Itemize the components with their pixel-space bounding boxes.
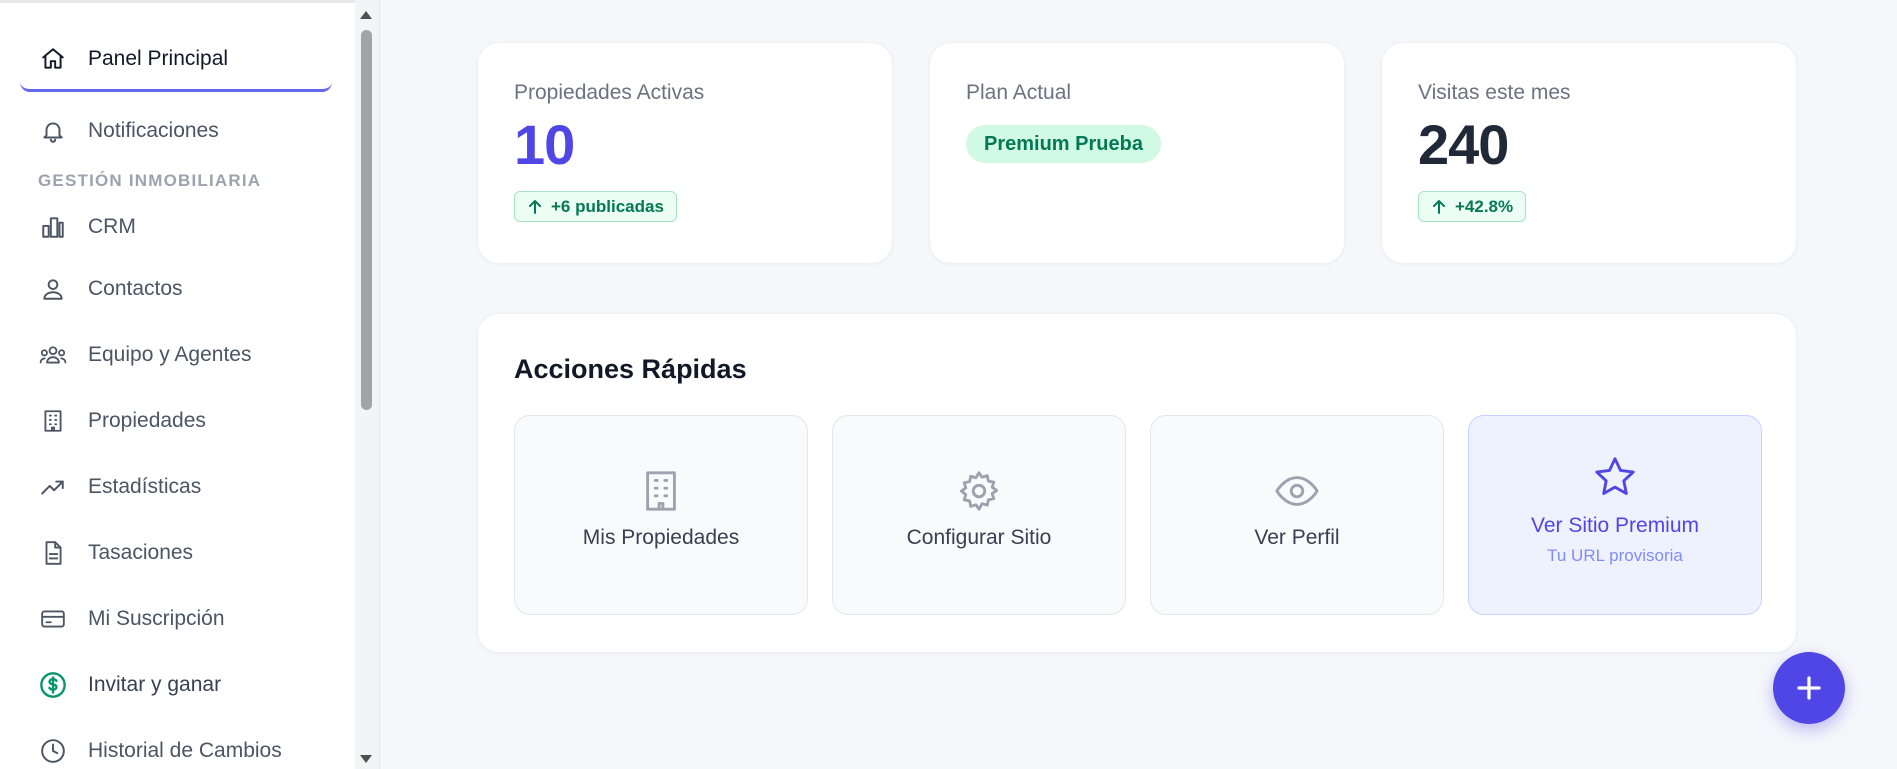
users-icon — [38, 340, 68, 370]
arrow-up-icon — [527, 199, 543, 215]
trend-badge: +6 publicadas — [514, 191, 677, 222]
sidebar-scrollbar-thumb[interactable] — [361, 30, 372, 410]
trend-badge: +42.8% — [1418, 191, 1527, 222]
building-chart-icon — [38, 212, 68, 242]
stat-value: 240 — [1418, 113, 1509, 176]
stat-card-plan-actual: Plan Actual Premium Prueba — [929, 42, 1345, 264]
sidebar-item-label: Estadísticas — [88, 475, 202, 498]
credit-card-icon — [38, 604, 68, 634]
sidebar-top-divider — [0, 0, 360, 3]
sidebar-nav: Panel Principal Notificaciones GESTIÓN I… — [20, 28, 332, 769]
home-icon — [38, 44, 68, 74]
quick-actions-title: Acciones Rápidas — [514, 354, 747, 384]
action-sublabel: Tu URL provisoria — [1547, 546, 1683, 565]
add-fab-button[interactable] — [1773, 652, 1845, 724]
clock-icon — [38, 736, 68, 766]
action-label: Configurar Sitio — [906, 526, 1052, 549]
sidebar-item-crm[interactable]: CRM — [20, 198, 332, 256]
action-label: Mis Propiedades — [582, 526, 740, 549]
plan-badge: Premium Prueba — [966, 125, 1161, 163]
sidebar-item-label: Historial de Cambios — [88, 739, 282, 762]
sidebar-item-mi-suscripcion[interactable]: Mi Suscripción — [20, 586, 332, 652]
sidebar-item-label: Contactos — [88, 277, 183, 300]
scroll-up-arrow-icon[interactable] — [358, 8, 374, 22]
stat-value: 10 — [514, 113, 575, 176]
sidebar-item-panel-principal[interactable]: Panel Principal — [20, 28, 332, 92]
sidebar-item-label: Panel Principal — [88, 46, 229, 70]
eye-icon — [1274, 468, 1320, 514]
trend-text: +42.8% — [1455, 196, 1514, 216]
action-configurar-sitio[interactable]: Configurar Sitio — [832, 415, 1126, 615]
sidebar-item-label: Mi Suscripción — [88, 607, 225, 630]
sidebar-section-heading: GESTIÓN INMOBILIARIA — [38, 171, 262, 190]
bell-icon — [38, 116, 68, 146]
sidebar-item-equipo-agentes[interactable]: Equipo y Agentes — [20, 322, 332, 388]
scroll-down-arrow-icon[interactable] — [358, 752, 374, 766]
sidebar-item-label: CRM — [88, 215, 136, 238]
document-icon — [38, 538, 68, 568]
stat-card-visitas: Visitas este mes 240 +42.8% — [1381, 42, 1797, 264]
arrow-up-icon — [1431, 199, 1447, 215]
sidebar-item-contactos[interactable]: Contactos — [20, 256, 332, 322]
gear-icon — [956, 468, 1002, 514]
sidebar-item-estadisticas[interactable]: Estadísticas — [20, 454, 332, 520]
building-icon — [38, 406, 68, 436]
sidebar-item-label: Notificaciones — [88, 119, 219, 142]
stat-label: Visitas este mes — [1418, 81, 1571, 104]
sidebar-item-label: Invitar y ganar — [88, 673, 222, 696]
sidebar-item-historial-cambios[interactable]: Historial de Cambios — [20, 718, 332, 769]
trend-text: +6 publicadas — [551, 196, 664, 216]
building-icon — [638, 468, 684, 514]
stat-label: Propiedades Activas — [514, 81, 705, 104]
stat-card-propiedades-activas: Propiedades Activas 10 +6 publicadas — [477, 42, 893, 264]
action-label: Ver Sitio Premium — [1530, 514, 1700, 537]
sidebar-item-label: Equipo y Agentes — [88, 343, 252, 366]
trending-up-icon — [38, 472, 68, 502]
action-ver-perfil[interactable]: Ver Perfil — [1150, 415, 1444, 615]
sidebar-item-label: Propiedades — [88, 409, 206, 432]
sidebar-item-label: Tasaciones — [88, 541, 194, 564]
sidebar-item-tasaciones[interactable]: Tasaciones — [20, 520, 332, 586]
plus-icon — [1794, 673, 1824, 703]
sidebar-item-propiedades[interactable]: Propiedades — [20, 388, 332, 454]
dollar-circle-icon — [38, 670, 68, 700]
sidebar-item-invitar-ganar[interactable]: Invitar y ganar — [20, 652, 332, 718]
stat-label: Plan Actual — [966, 81, 1072, 104]
action-mis-propiedades[interactable]: Mis Propiedades — [514, 415, 808, 615]
sidebar-item-notificaciones[interactable]: Notificaciones — [20, 98, 332, 164]
action-label: Ver Perfil — [1254, 526, 1340, 549]
star-icon — [1592, 454, 1638, 500]
quick-actions-card: Acciones Rápidas Mis Propiedades Configu… — [477, 313, 1797, 653]
sidebar: Panel Principal Notificaciones GESTIÓN I… — [0, 0, 380, 769]
action-ver-sitio-premium[interactable]: Ver Sitio Premium Tu URL provisoria — [1468, 415, 1762, 615]
user-icon — [38, 274, 68, 304]
